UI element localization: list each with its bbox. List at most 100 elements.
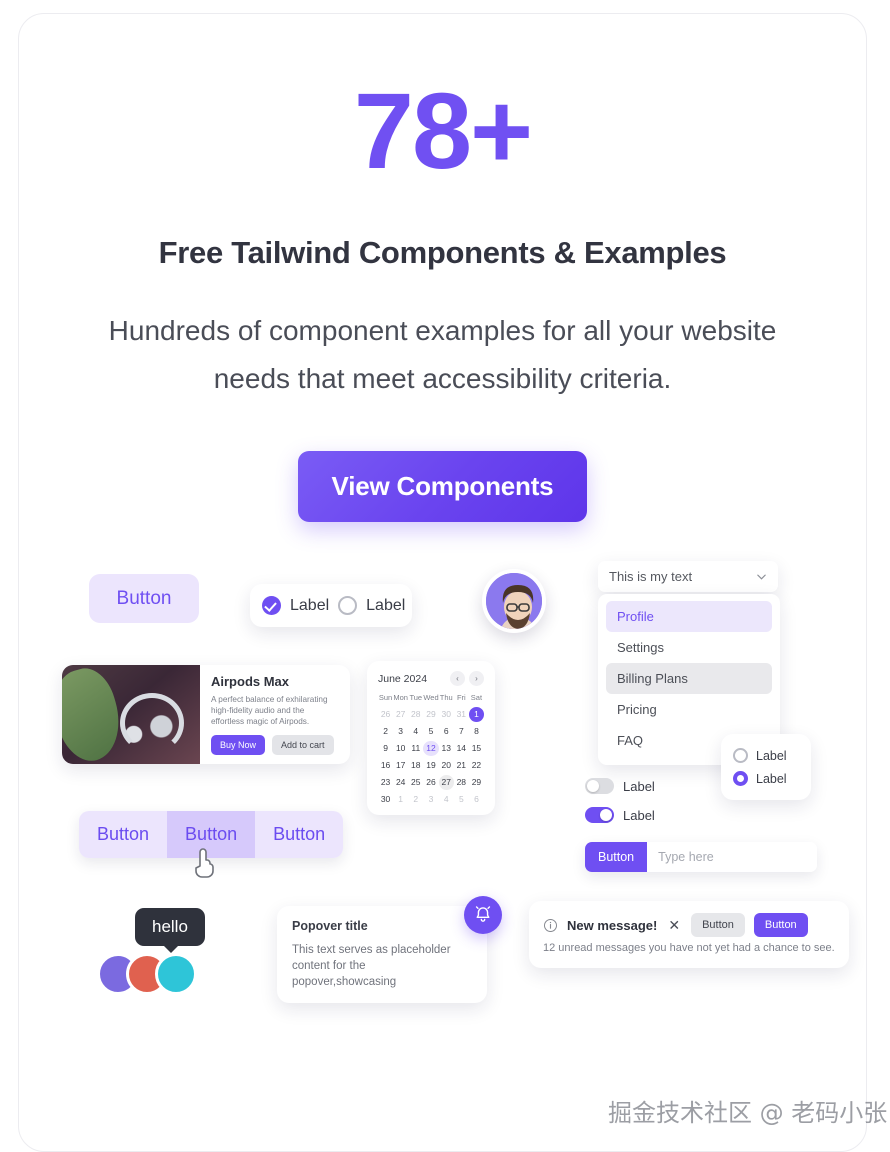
avatar-group — [97, 953, 197, 996]
menu-item-pricing[interactable]: Pricing — [606, 694, 772, 725]
product-title: Airpods Max — [211, 674, 290, 690]
calendar-day[interactable]: 1 — [468, 707, 484, 723]
alert-header: New message! ✕ Button Button — [543, 913, 835, 938]
segmented-button-3[interactable]: Button — [255, 811, 344, 859]
calendar-dow: Wed — [423, 693, 439, 703]
calendar-day[interactable]: 6 — [439, 724, 454, 739]
calendar-dow: Sun — [378, 693, 393, 703]
calendar-day[interactable]: 29 — [423, 707, 438, 722]
radio-unselected-label: Label — [756, 748, 787, 763]
calendar-day[interactable]: 3 — [423, 792, 438, 807]
calendar-day[interactable]: 22 — [469, 758, 484, 773]
radio-selected-icon[interactable] — [733, 771, 748, 787]
calendar-day[interactable]: 5 — [454, 792, 469, 807]
calendar-day[interactable]: 9 — [378, 741, 393, 756]
calendar-day[interactable]: 2 — [408, 792, 423, 807]
buy-now-button[interactable]: Buy Now — [211, 735, 266, 756]
calendar-dow: Sat — [470, 693, 483, 703]
popover-title: Popover title — [292, 919, 368, 934]
calendar-day[interactable]: 4 — [408, 724, 423, 739]
checkbox-checked-label: Label — [290, 596, 330, 614]
close-icon[interactable]: ✕ — [666, 917, 682, 934]
calendar-day[interactable]: 1 — [393, 792, 408, 807]
cta-wrapper: View Components — [19, 451, 866, 523]
calendar-day[interactable]: 21 — [454, 758, 469, 773]
calendar-day[interactable]: 4 — [439, 792, 454, 807]
segmented-button-1[interactable]: Button — [79, 811, 168, 859]
product-actions: Buy Now Add to cart — [211, 735, 339, 756]
radio-row-unselected: Label — [733, 744, 799, 767]
checkbox-unchecked-icon[interactable] — [338, 596, 358, 616]
toggle-on[interactable] — [585, 807, 614, 824]
checkbox-checked-icon[interactable] — [262, 596, 281, 616]
toggle-off[interactable] — [585, 778, 614, 795]
menu-item-profile[interactable]: Profile — [606, 601, 772, 633]
calendar-day[interactable]: 19 — [423, 758, 438, 773]
calendar-day[interactable]: 26 — [378, 707, 393, 722]
calendar-dow: Fri — [456, 693, 466, 703]
bell-icon — [475, 906, 491, 923]
calendar-day[interactable]: 27 — [438, 775, 454, 791]
calendar-dow: Mon — [393, 693, 408, 703]
toggle-on-label: Label — [623, 807, 655, 823]
calendar-month-label: June 2024 — [378, 672, 428, 685]
calendar-day[interactable]: 13 — [439, 741, 454, 756]
input-group: Button — [585, 842, 817, 873]
calendar-day[interactable]: 6 — [469, 792, 484, 807]
select-value: This is my text — [609, 569, 693, 585]
calendar-day[interactable]: 20 — [439, 758, 454, 773]
calendar-day[interactable]: 17 — [393, 758, 408, 773]
product-body: Airpods Max A perfect balance of exhilar… — [200, 665, 350, 764]
calendar-day[interactable]: 16 — [378, 758, 393, 773]
radio-row-selected: Label — [733, 767, 799, 790]
view-components-button[interactable]: View Components — [297, 451, 588, 523]
calendar-day[interactable]: 3 — [393, 724, 408, 739]
add-to-cart-button[interactable]: Add to cart — [272, 735, 334, 756]
search-input[interactable] — [647, 842, 817, 873]
calendar-day[interactable]: 28 — [408, 707, 423, 722]
calendar-day[interactable]: 29 — [469, 775, 484, 790]
notification-bell-button[interactable] — [464, 896, 502, 935]
alert-body: 12 unread messages you have not yet had … — [543, 942, 835, 955]
calendar-grid: Sun Mon Tue Wed Thu Fri Sat 26 27 28 29 30 31 1 2 3 4 5 6 7… — [378, 693, 484, 807]
product-image — [62, 665, 200, 765]
radio-card: Label Label — [721, 734, 811, 801]
info-circle-icon — [544, 918, 557, 932]
calendar-day[interactable]: 11 — [408, 741, 423, 756]
calendar-day[interactable]: 24 — [393, 775, 408, 790]
calendar-day[interactable]: 7 — [454, 724, 469, 739]
calendar-day[interactable]: 25 — [408, 775, 423, 790]
input-group-button[interactable]: Button — [585, 842, 648, 873]
calendar-day[interactable]: 26 — [423, 775, 438, 790]
calendar-day[interactable]: 12 — [423, 741, 439, 757]
menu-item-settings[interactable]: Settings — [606, 632, 772, 663]
calendar-widget: June 2024 ‹ › Sun Mon Tue Wed Thu Fri Sat 26 27 2… — [367, 661, 495, 816]
calendar-day[interactable]: 31 — [454, 707, 469, 722]
calendar-day[interactable]: 27 — [393, 707, 408, 722]
alert-secondary-button[interactable]: Button — [691, 913, 745, 938]
calendar-day[interactable]: 23 — [378, 775, 393, 790]
radio-selected-label: Label — [756, 771, 787, 786]
menu-item-billing-plans[interactable]: Billing Plans — [606, 663, 772, 695]
calendar-day[interactable]: 14 — [454, 741, 469, 756]
calendar-day[interactable]: 30 — [439, 707, 454, 722]
select-trigger[interactable]: This is my text — [598, 561, 778, 593]
hand-cursor-icon — [195, 848, 214, 879]
component-showcase: Button Label Label This is my text Profi… — [19, 558, 866, 1004]
calendar-day[interactable]: 10 — [393, 741, 408, 756]
calendar-day[interactable]: 15 — [469, 741, 484, 756]
calendar-next-icon[interactable]: › — [469, 671, 484, 687]
calendar-header: June 2024 ‹ › — [378, 671, 484, 687]
alert-primary-button[interactable]: Button — [753, 913, 808, 938]
radio-unselected-icon[interactable] — [733, 748, 748, 764]
calendar-day[interactable]: 8 — [469, 724, 484, 739]
calendar-day[interactable]: 28 — [454, 775, 469, 790]
calendar-prev-icon[interactable]: ‹ — [450, 671, 465, 687]
page-container: 78+ Free Tailwind Components & Examples … — [18, 13, 867, 1152]
calendar-day[interactable]: 2 — [378, 724, 393, 739]
calendar-day[interactable]: 30 — [378, 792, 393, 807]
checkbox-unchecked-label: Label — [366, 596, 406, 614]
calendar-day[interactable]: 18 — [408, 758, 423, 773]
pill-button[interactable]: Button — [89, 574, 199, 624]
calendar-day[interactable]: 5 — [423, 724, 438, 739]
